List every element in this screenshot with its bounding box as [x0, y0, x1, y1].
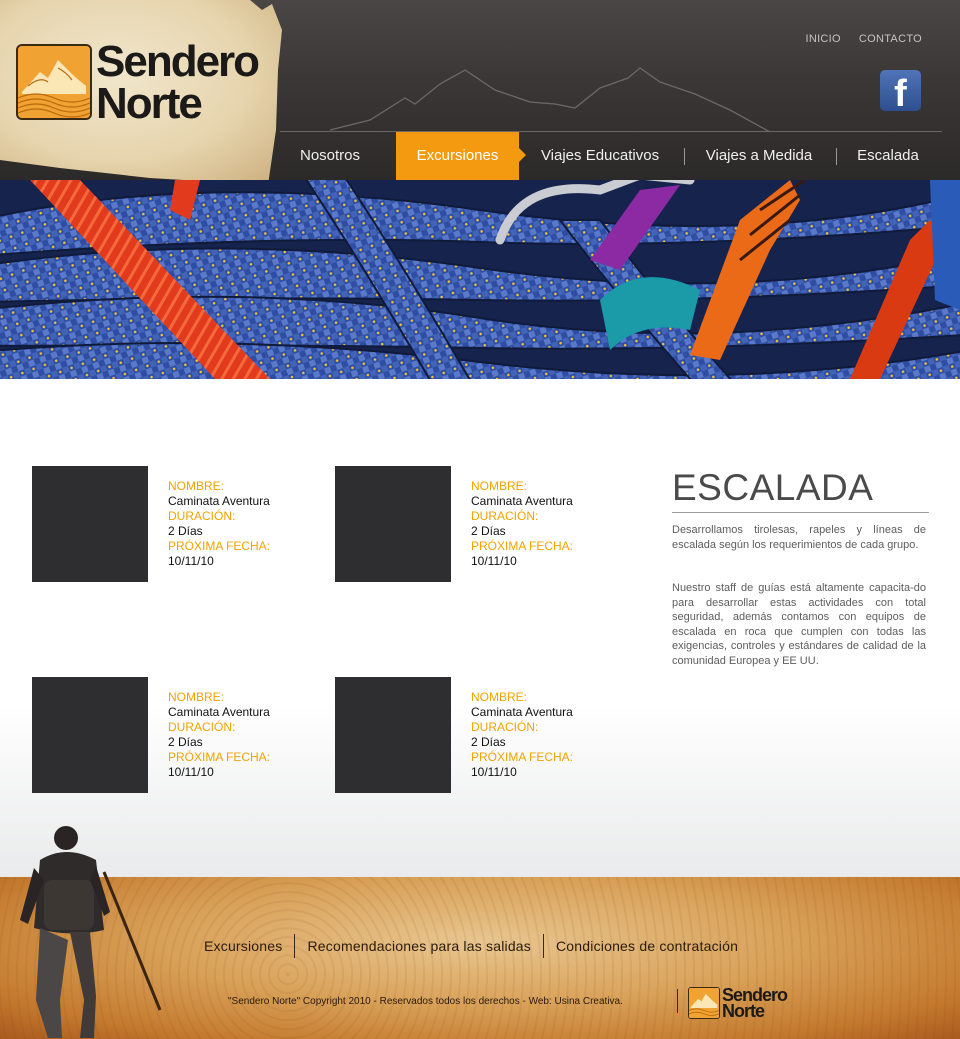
excursion-info: NOMBRE: Caminata Aventura DURACIÓN: 2 Dí…: [471, 690, 573, 780]
excursion-name: Caminata Aventura: [168, 494, 270, 508]
section-paragraph: Desarrollamos tirolesas, rapeles y línea…: [672, 524, 926, 551]
footer-logo-text-line2[interactable]: Norte: [722, 1002, 765, 1020]
duration-label: DURACIÓN:: [471, 720, 539, 734]
excursion-date: 10/11/10: [471, 765, 517, 779]
next-date-label: PRÓXIMA FECHA:: [168, 539, 271, 553]
logo-text-line1[interactable]: Sendero: [96, 40, 260, 84]
next-date-label: PRÓXIMA FECHA:: [471, 539, 574, 553]
excursion-info: NOMBRE: Caminata Aventura DURACIÓN: 2 Dí…: [168, 479, 270, 569]
nav-item-viajes-a-medida[interactable]: Viajes a Medida: [694, 132, 824, 180]
nav-item-nosotros[interactable]: Nosotros: [280, 132, 380, 180]
footer-divider: [677, 989, 678, 1013]
name-label: NOMBRE:: [471, 690, 528, 704]
nav-item-viajes-educativos[interactable]: Viajes Educativos: [532, 132, 668, 180]
title-divider: [672, 512, 929, 513]
hiker-illustration: [20, 826, 162, 1038]
excursion-date: 10/11/10: [471, 554, 517, 568]
footer-link-excursiones[interactable]: Excursiones: [192, 938, 294, 954]
excursion-duration: 2 Días: [168, 735, 203, 749]
name-label: NOMBRE:: [168, 479, 225, 493]
banner-image: [0, 180, 960, 379]
excursion-info: NOMBRE: Caminata Aventura DURACIÓN: 2 Dí…: [168, 690, 270, 780]
excursion-thumbnail[interactable]: [335, 466, 451, 582]
excursion-thumbnail[interactable]: [335, 677, 451, 793]
duration-label: DURACIÓN:: [471, 509, 539, 523]
duration-label: DURACIÓN:: [168, 720, 236, 734]
main-nav: Nosotros Excursiones Viajes Educativos V…: [280, 131, 942, 180]
logo-mountain-icon[interactable]: [16, 44, 92, 120]
excursion-name: Caminata Aventura: [168, 705, 270, 719]
name-label: NOMBRE:: [471, 479, 528, 493]
footer-link-recomendaciones[interactable]: Recomendaciones para las salidas: [295, 938, 543, 954]
excursion-duration: 2 Días: [471, 524, 506, 538]
top-link-inicio[interactable]: INICIO: [805, 33, 840, 45]
nav-item-escalada[interactable]: Escalada: [846, 132, 930, 180]
mountain-silhouette-decoration: [330, 67, 771, 132]
excursion-name: Caminata Aventura: [471, 494, 573, 508]
excursion-card[interactable]: NOMBRE: Caminata Aventura DURACIÓN: 2 Dí…: [32, 677, 322, 797]
excursion-date: 10/11/10: [168, 765, 214, 779]
excursion-card[interactable]: NOMBRE: Caminata Aventura DURACIÓN: 2 Dí…: [335, 677, 625, 797]
excursion-name: Caminata Aventura: [471, 705, 573, 719]
excursion-info: NOMBRE: Caminata Aventura DURACIÓN: 2 Dí…: [471, 479, 573, 569]
excursion-duration: 2 Días: [168, 524, 203, 538]
next-date-label: PRÓXIMA FECHA:: [168, 750, 271, 764]
excursion-thumbnail[interactable]: [32, 677, 148, 793]
excursion-card[interactable]: NOMBRE: Caminata Aventura DURACIÓN: 2 Dí…: [335, 466, 625, 586]
excursion-card[interactable]: NOMBRE: Caminata Aventura DURACIÓN: 2 Dí…: [32, 466, 322, 586]
duration-label: DURACIÓN:: [168, 509, 236, 523]
top-link-contacto[interactable]: CONTACTO: [859, 33, 922, 45]
footer-link-condiciones[interactable]: Condiciones de contratación: [544, 938, 750, 954]
section-paragraph: Nuestro staff de guías está altamente ca…: [672, 582, 926, 667]
logo-text-line2[interactable]: Norte: [96, 82, 203, 126]
copyright-text: "Sendero Norte" Copyright 2010 - Reserva…: [228, 996, 623, 1007]
next-date-label: PRÓXIMA FECHA:: [471, 750, 574, 764]
nav-divider: [684, 148, 685, 165]
footer-logo-icon[interactable]: [688, 987, 720, 1019]
top-links: INICIO CONTACTO: [805, 33, 922, 45]
section-title: ESCALADA: [672, 467, 874, 508]
facebook-icon[interactable]: f: [880, 70, 921, 111]
excursion-thumbnail[interactable]: [32, 466, 148, 582]
active-nav-arrow: [519, 148, 526, 162]
excursion-duration: 2 Días: [471, 735, 506, 749]
excursion-date: 10/11/10: [168, 554, 214, 568]
nav-item-excursiones[interactable]: Excursiones: [396, 132, 519, 180]
footer-links: Excursiones Recomendaciones para las sal…: [192, 934, 750, 958]
nav-divider: [836, 148, 837, 165]
name-label: NOMBRE:: [168, 690, 225, 704]
